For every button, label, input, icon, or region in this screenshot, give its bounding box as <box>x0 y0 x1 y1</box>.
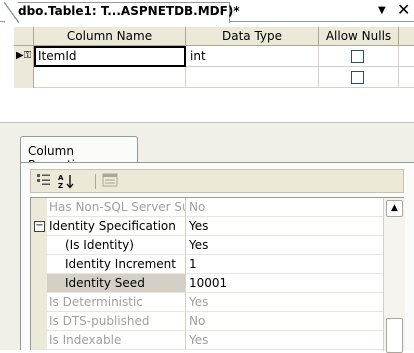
column-grid: Column Name Data Type Allow Nulls ▶⚿ Ite… <box>14 27 414 88</box>
property-grid: Has Non-SQL Server Sub: No − Identity Sp… <box>30 197 405 353</box>
property-value[interactable]: Yes <box>186 331 383 350</box>
property-name: Identity Seed <box>47 274 186 293</box>
row-selector-header <box>14 27 34 46</box>
property-value[interactable]: Yes <box>186 293 383 312</box>
primary-key-icon: ▶⚿ <box>16 50 32 61</box>
chevron-down-icon[interactable]: ▼ <box>378 5 386 16</box>
property-name: Identity Increment <box>47 255 186 274</box>
data-type-header: Data Type <box>186 27 319 46</box>
allow-nulls-header: Allow Nulls <box>319 27 399 46</box>
property-gutter <box>31 293 47 312</box>
allow-nulls-cell <box>319 46 399 67</box>
table-row[interactable] <box>14 67 414 88</box>
property-row[interactable]: Is Deterministic Yes <box>31 293 383 312</box>
vertical-scrollbar[interactable]: ▲ <box>383 198 405 353</box>
tab-column-properties[interactable]: Column Properties <box>20 136 138 172</box>
property-row[interactable]: Identity Increment 1 <box>31 255 383 274</box>
property-row[interactable]: Is Indexable Yes <box>31 331 383 350</box>
table-row[interactable]: ▶⚿ ItemId int <box>14 46 414 67</box>
property-row[interactable]: (Is Identity) Yes <box>31 236 383 255</box>
property-name: Is DTS-published <box>47 312 186 331</box>
property-name: Is Indexable <box>47 331 186 350</box>
column-name-value: ItemId <box>38 49 77 63</box>
close-icon[interactable]: ✕ <box>397 1 410 19</box>
property-name: (Is Identity) <box>47 236 186 255</box>
document-tab-title[interactable]: dbo.Table1: T...ASPNETDB.MDF)* <box>18 4 240 18</box>
data-type-cell[interactable]: int <box>186 46 319 67</box>
property-row[interactable]: Is DTS-published No <box>31 312 383 331</box>
property-gutter <box>31 331 47 350</box>
column-name-header: Column Name <box>34 27 186 46</box>
properties-toolbar: A Z <box>30 169 404 193</box>
identity-seed-input[interactable]: 10001 <box>186 274 383 293</box>
svg-text:Z: Z <box>58 182 63 189</box>
alphabetical-icon[interactable]: A Z <box>57 173 75 190</box>
property-row[interactable]: − Identity Specification Yes <box>31 217 383 236</box>
property-name: Identity Specification <box>47 217 186 236</box>
property-row[interactable]: Has Non-SQL Server Sub: No <box>31 198 383 217</box>
property-gutter <box>31 236 47 255</box>
document-tab-edge <box>4 2 19 23</box>
allow-nulls-checkbox[interactable] <box>351 50 364 63</box>
allow-nulls-checkbox[interactable] <box>351 71 364 84</box>
property-pages-icon[interactable] <box>101 173 119 189</box>
data-type-cell[interactable] <box>186 67 319 88</box>
property-gutter: − <box>31 217 47 236</box>
row-selector[interactable]: ▶⚿ <box>14 46 34 67</box>
property-gutter <box>31 198 47 217</box>
property-value[interactable]: Yes <box>186 217 383 236</box>
column-name-input[interactable]: ItemId <box>34 46 186 67</box>
data-type-value: int <box>190 49 206 63</box>
toolbar-separator <box>95 174 96 189</box>
scrollbar-thumb[interactable] <box>386 318 403 353</box>
property-value[interactable]: No <box>186 198 383 217</box>
property-name: Is Deterministic <box>47 293 186 312</box>
property-gutter <box>31 274 47 293</box>
property-value[interactable]: No <box>186 312 383 331</box>
grid-header: Column Name Data Type Allow Nulls <box>14 27 414 46</box>
collapse-icon[interactable]: − <box>34 221 45 232</box>
property-name: Has Non-SQL Server Sub: <box>47 198 186 217</box>
allow-nulls-cell <box>319 67 399 88</box>
property-value[interactable]: 1 <box>186 255 383 274</box>
property-gutter <box>31 255 47 274</box>
svg-text:A: A <box>58 174 64 182</box>
categorized-icon[interactable] <box>35 173 53 189</box>
row-selector[interactable] <box>14 67 34 88</box>
column-name-cell[interactable]: ItemId <box>34 46 186 67</box>
column-name-cell[interactable] <box>34 67 186 88</box>
property-value[interactable]: Yes <box>186 236 383 255</box>
property-row-selected[interactable]: Identity Seed 10001 <box>31 274 383 293</box>
scroll-up-icon[interactable]: ▲ <box>386 200 403 217</box>
property-gutter <box>31 312 47 331</box>
